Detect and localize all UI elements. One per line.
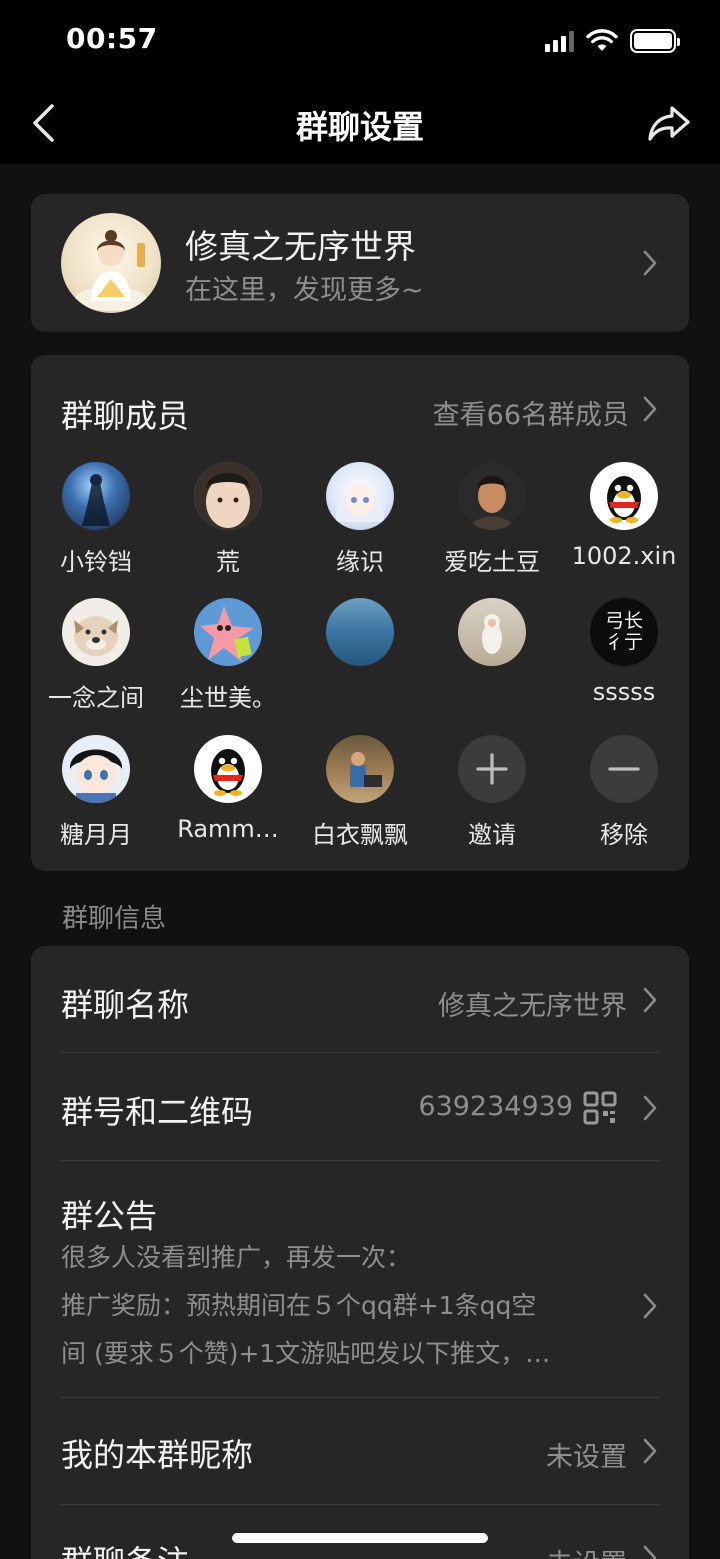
notice-line: 推广奖励：预热期间在５个qq群+1条qq空 [61,1291,537,1320]
my-nickname-value: 未设置 [546,1442,627,1473]
member-name: 荒 [216,548,240,572]
my-nickname-row[interactable]: 我的本群昵称 未设置 [31,1398,689,1505]
anime-girl-avatar [326,462,394,530]
patrick-star-avatar [194,598,262,666]
group-info-card: 群聊名称 修真之无序世界 群号和二维码 639234939 群公告 很多人没看到… [31,946,689,1559]
member-item[interactable] [426,598,558,708]
qq-penguin-avatar [194,735,262,803]
member-name [294,678,426,708]
calligraphy-avatar: 弓长 彳亍 [590,598,658,666]
member-name [426,678,558,708]
group-profile-card[interactable]: 修真之无序世界 在这里，发现更多~ [31,194,689,332]
member-name: 尘世美。 [180,684,276,708]
members-card: 群聊成员 查看66名群成员 小铃铛 荒 缘识 爱吃土豆 1002.xin 一念之… [31,355,689,871]
wifi-icon [586,29,618,51]
plus-icon [458,735,526,803]
invite-label: 邀请 [468,821,516,845]
member-item[interactable]: 1002.xin [558,462,690,572]
group-notice-label: 群公告 [61,1197,158,1235]
group-name: 修真之无序世界 [185,227,416,266]
group-name-value: 修真之无序世界 [438,991,627,1022]
member-item[interactable]: Ramm… [162,735,294,845]
member-item[interactable] [294,598,426,708]
member-name: Ramm… [177,815,279,843]
group-name-label: 群聊名称 [61,986,190,1024]
member-item[interactable]: 白衣飘飘 [294,735,426,845]
member-item[interactable]: 一念之间 [30,598,162,708]
member-name: sssss [592,678,656,706]
page-title: 群聊设置 [295,108,424,146]
member-name: 小铃铛 [60,548,132,572]
chevron-right-icon [643,987,657,1013]
info-section-label: 群聊信息 [62,904,167,934]
group-id-row[interactable]: 群号和二维码 639234939 [31,1053,689,1161]
anime-warrior-avatar [62,462,130,530]
nav-bar: 群聊设置 [0,82,720,164]
chevron-right-icon [643,250,657,276]
calligraphy-text: 弓长 彳亍 [604,610,643,653]
group-remark-value: 未设置 [546,1542,627,1559]
notice-line: 很多人没看到推广，再发一次： [61,1243,412,1272]
group-id-label: 群号和二维码 [61,1093,254,1131]
status-icons [545,26,680,56]
invite-button[interactable]: 邀请 [426,735,558,845]
child-photo-avatar [194,462,262,530]
member-item[interactable]: 爱吃土豆 [426,462,558,572]
member-item[interactable]: 缘识 [294,462,426,572]
cellular-signal-icon [545,30,574,52]
chevron-right-icon [643,1293,657,1319]
home-indicator[interactable] [232,1533,488,1543]
member-item[interactable]: 弓长 彳亍 sssss [558,598,690,708]
group-avatar [61,213,161,313]
member-item[interactable]: 尘世美。 [162,598,294,708]
qq-penguin-avatar [590,462,658,530]
child-hoodie-avatar [458,598,526,666]
view-all-members-link[interactable]: 查看66名群成员 [433,393,629,432]
notice-line: 间 (要求５个赞)+1文游贴吧发以下推文，… [61,1339,551,1368]
chevron-right-icon [643,1095,657,1121]
share-icon[interactable] [646,100,692,146]
member-item[interactable]: 糖月月 [30,735,162,845]
group-notice-row[interactable]: 群公告 很多人没看到推广，再发一次： 推广奖励：预热期间在５个qq群+1条qq空… [31,1161,689,1397]
chevron-right-icon [643,1545,657,1559]
member-name: 缘识 [336,548,384,572]
cartoon-man-avatar [458,462,526,530]
chevron-right-icon [643,1438,657,1464]
member-name: 爱吃土豆 [444,548,540,572]
bulldog-avatar [62,598,130,666]
minus-icon [590,735,658,803]
member-name: 糖月月 [60,821,132,845]
outdoor-kid-avatar [326,735,394,803]
member-name: 白衣飘飘 [312,821,408,845]
group-remark-label: 群聊备注 [61,1537,189,1559]
member-name: 一念之间 [48,684,144,708]
members-title: 群聊成员 [61,397,190,435]
anime-boy-avatar [62,735,130,803]
member-item[interactable]: 荒 [162,462,294,572]
group-name-row[interactable]: 群聊名称 修真之无序世界 [31,946,689,1053]
remove-label: 移除 [600,821,648,845]
sea-avatar [326,598,394,666]
member-name: 1002.xin [571,542,677,570]
member-item[interactable]: 小铃铛 [30,462,162,572]
remove-button[interactable]: 移除 [558,735,690,845]
chevron-right-icon[interactable] [641,395,659,423]
qr-code-icon [583,1091,617,1125]
group-subtitle: 在这里，发现更多~ [185,275,424,306]
group-remark-row[interactable]: 群聊备注 未设置 [31,1505,689,1559]
my-nickname-label: 我的本群昵称 [61,1436,254,1474]
status-time: 00:57 [66,22,158,55]
group-id-value: 639234939 [418,1091,573,1122]
status-bar: 00:57 [0,0,720,82]
battery-icon [630,29,680,53]
